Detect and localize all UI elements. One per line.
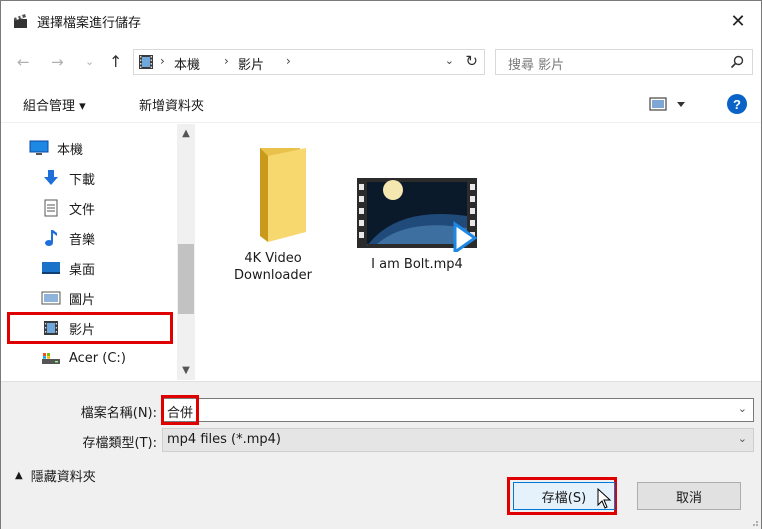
sidebar-item-desktop[interactable]: 桌面 (41, 256, 95, 280)
search-placeholder: 搜尋 影片 (508, 58, 565, 73)
breadcrumb-this-pc[interactable]: 本機 (174, 54, 200, 73)
search-box[interactable]: 搜尋 影片 (495, 49, 753, 75)
command-bar: 組合管理 ▾ 新增資料夾 ? (1, 85, 761, 123)
filetype-label: 存檔類型(T): (82, 436, 157, 451)
document-icon (41, 199, 61, 217)
chevron-up-icon: ▲ (15, 470, 23, 481)
sidebar-item-this-pc[interactable]: 本機 (29, 136, 83, 160)
nav-pane-scrollbar[interactable]: ▲ ▼ (177, 124, 195, 380)
file-name: Downloader (234, 268, 312, 283)
sidebar-item-label: 下載 (69, 172, 96, 188)
save-button-label: 存檔(S) (541, 490, 587, 506)
pictures-icon (41, 289, 61, 307)
sidebar-item-label: 桌面 (69, 262, 96, 278)
video-file-icon (357, 178, 478, 255)
download-icon (41, 169, 61, 187)
cancel-button[interactable]: 取消 (637, 482, 741, 510)
selection-highlight (7, 312, 173, 344)
search-icon (730, 55, 744, 69)
sidebar-item-downloads[interactable]: 下載 (41, 166, 95, 190)
sidebar-item-label: 本機 (57, 142, 84, 158)
breadcrumb-separator[interactable]: › (160, 54, 165, 68)
cancel-button-label: 取消 (675, 490, 702, 506)
save-file-dialog: 選擇檔案進行儲存 ✕ ← → ⌄ ↑ › 本機 › 影片 › ⌄ ↻ 搜尋 影片… (0, 0, 762, 529)
close-icon: ✕ (730, 10, 746, 32)
chevron-down-icon[interactable]: ⌄ (738, 402, 747, 415)
chevron-down-icon[interactable]: ⌄ (738, 432, 747, 445)
desktop-icon (41, 259, 61, 277)
hide-folders-button[interactable]: ▲ 隱藏資料夾 (15, 466, 96, 485)
address-bar[interactable]: › 本機 › 影片 › ⌄ ↻ (133, 49, 485, 75)
list-item[interactable]: 4K Video Downloader (221, 146, 325, 284)
sidebar-item-documents[interactable]: 文件 (41, 196, 95, 220)
videos-icon (139, 55, 153, 69)
scroll-thumb[interactable] (178, 244, 194, 314)
view-options-icon[interactable] (649, 96, 689, 112)
navigation-bar: ← → ⌄ ↑ › 本機 › 影片 › ⌄ ↻ 搜尋 影片 (1, 45, 761, 81)
filename-highlight (161, 395, 199, 425)
scroll-down-icon[interactable]: ▼ (177, 365, 195, 376)
help-button[interactable]: ? (727, 94, 747, 114)
hide-folders-label: 隱藏資料夾 (30, 470, 96, 485)
recent-locations-button[interactable]: ⌄ (85, 55, 94, 68)
organize-button[interactable]: 組合管理 ▾ (23, 95, 86, 114)
breadcrumb-videos[interactable]: 影片 (238, 54, 264, 73)
back-button[interactable]: ← (17, 53, 30, 71)
window-title: 選擇檔案進行儲存 (37, 16, 142, 31)
mouse-cursor-icon (597, 488, 612, 509)
file-name: I am Bolt.mp4 (371, 257, 463, 272)
navigation-pane: 本機 下載 文件 音樂 桌面 圖片 影片 Acer (C:) ▲ ▼ (1, 124, 197, 380)
music-icon (41, 229, 61, 247)
sidebar-item-label: 音樂 (69, 232, 96, 248)
file-list: 4K Video Downloader I am Bolt.mp4 (197, 124, 761, 380)
filename-field[interactable]: 合併 ⌄ (162, 398, 754, 422)
scroll-up-icon[interactable]: ▲ (177, 128, 195, 139)
up-button[interactable]: ↑ (109, 52, 122, 71)
chevron-down-icon[interactable]: ⌄ (445, 54, 454, 67)
sidebar-item-label: 圖片 (69, 292, 96, 308)
clapperboard-icon (14, 14, 27, 28)
close-button[interactable]: ✕ (715, 1, 761, 41)
title-bar: 選擇檔案進行儲存 ✕ (1, 1, 761, 41)
filetype-value: mp4 files (*.mp4) (167, 432, 281, 447)
sidebar-item-acer-drive[interactable]: Acer (C:) (41, 346, 126, 370)
computer-icon (29, 139, 49, 157)
sidebar-item-label: Acer (C:) (69, 350, 126, 366)
file-name: 4K Video (244, 251, 302, 266)
save-form: 檔案名稱(N): 合併 ⌄ 存檔類型(T): mp4 files (*.mp4)… (1, 381, 761, 529)
filetype-select[interactable]: mp4 files (*.mp4) ⌄ (162, 428, 754, 452)
sidebar-item-music[interactable]: 音樂 (41, 226, 95, 250)
resize-grip-icon[interactable] (749, 517, 759, 527)
new-folder-button[interactable]: 新增資料夾 (139, 95, 204, 114)
breadcrumb-separator[interactable]: › (286, 54, 291, 68)
forward-button[interactable]: → (51, 53, 64, 71)
refresh-icon[interactable]: ↻ (465, 52, 478, 70)
drive-icon (41, 349, 61, 367)
breadcrumb-separator[interactable]: › (224, 54, 229, 68)
sidebar-item-pictures[interactable]: 圖片 (41, 286, 95, 310)
folder-icon (260, 148, 306, 242)
help-icon: ? (733, 96, 741, 112)
list-item[interactable]: I am Bolt.mp4 (349, 176, 485, 273)
filename-label: 檔案名稱(N): (80, 406, 157, 421)
sidebar-item-label: 文件 (69, 202, 96, 218)
